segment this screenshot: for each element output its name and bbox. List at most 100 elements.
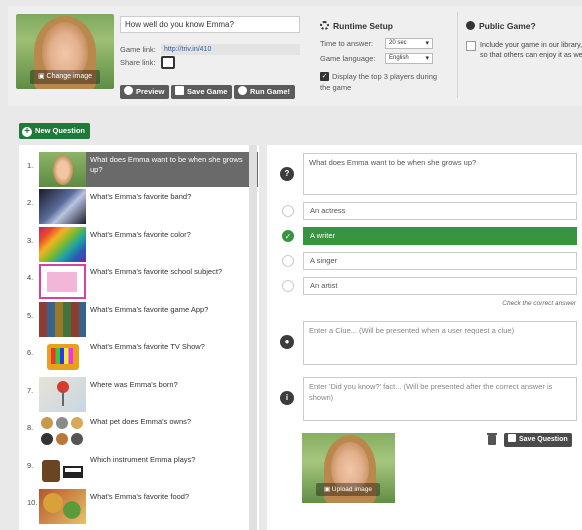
band-thumbnail	[39, 189, 86, 224]
question-item-10[interactable]: 10. What's Emma's favorite food?	[19, 489, 259, 525]
save-question-button[interactable]: Save Question	[504, 433, 572, 447]
save-game-button[interactable]: Save Game	[171, 85, 233, 99]
question-text: What's Emma's favorite band?	[90, 192, 192, 201]
preview-button[interactable]: Preview	[120, 85, 170, 99]
question-item-5[interactable]: 5. What's Emma's favorite game App?	[19, 302, 259, 338]
public-game-checkbox[interactable]	[466, 41, 476, 51]
question-list: 1. What does Emma want to be when she gr…	[19, 145, 259, 530]
run-game-label: Run Game!	[250, 87, 291, 96]
globe-icon	[466, 21, 475, 30]
runtime-setup-title: Runtime Setup	[320, 21, 393, 31]
game-link-value[interactable]: http://triv.in/410	[161, 44, 300, 55]
check-correct-hint: Check the correct answer	[502, 300, 576, 307]
change-image-label: Change image	[46, 73, 93, 80]
answer-radio-1[interactable]	[282, 205, 294, 217]
game-language-select[interactable]: English	[385, 53, 433, 64]
pets-thumbnail	[39, 414, 86, 449]
answer-radio-2[interactable]: ✓	[282, 230, 294, 242]
floppy-icon	[508, 434, 516, 442]
question-text: What's Emma's favorite game App?	[90, 305, 209, 314]
gear-icon	[320, 21, 329, 30]
question-number: 2.	[27, 198, 34, 207]
public-game-text-line1: Include your game in our library,	[480, 40, 582, 49]
question-number: 3.	[27, 236, 34, 245]
question-text: What does Emma want to be when she grows…	[86, 152, 258, 187]
game-link-label: Game link:	[120, 45, 156, 54]
girl-thumbnail	[39, 152, 86, 187]
answer-input-3[interactable]: A singer	[303, 252, 577, 270]
answer-input-2[interactable]: A writer	[303, 227, 577, 245]
question-number: 7.	[27, 386, 34, 395]
public-game-title: Public Game?	[466, 21, 536, 31]
question-item-8[interactable]: 8. What pet does Emma's owns?	[19, 414, 259, 450]
question-text: Which instrument Emma plays?	[90, 455, 196, 464]
trash-icon[interactable]	[487, 433, 497, 445]
question-number: 1.	[27, 161, 34, 170]
food-thumbnail	[39, 489, 86, 524]
change-image-button[interactable]: ▣ Change image	[30, 70, 100, 84]
public-game-title-text: Public Game?	[479, 21, 536, 31]
camera-icon: ▣	[323, 486, 331, 493]
game-language-label: Game language:	[320, 54, 376, 63]
answer-input-1[interactable]: An actress	[303, 202, 577, 220]
rainbow-thumbnail	[39, 227, 86, 262]
save-game-label: Save Game	[187, 87, 228, 96]
question-number: 8.	[27, 423, 34, 432]
play-icon	[238, 86, 247, 95]
question-mark-icon: ?	[280, 167, 294, 181]
map-pin-thumbnail	[39, 377, 86, 412]
fact-input[interactable]: Enter 'Did you know?' fact... (Will be p…	[303, 377, 577, 421]
public-game-description: Include your game in our library, so tha…	[480, 40, 582, 60]
question-item-2[interactable]: 2. What's Emma's favorite band?	[19, 189, 259, 225]
answer-radio-4[interactable]	[282, 280, 294, 292]
tv-thumbnail	[39, 339, 86, 374]
apps-thumbnail	[39, 302, 86, 337]
save-question-label: Save Question	[519, 436, 568, 443]
question-item-1[interactable]: 1. What does Emma want to be when she gr…	[19, 152, 259, 188]
question-text: What's Emma's favorite color?	[90, 230, 191, 239]
game-title-input[interactable]: How well do you know Emma?	[120, 16, 300, 33]
question-number: 4.	[27, 273, 34, 282]
question-editor: ? What does Emma want to be when she gro…	[267, 145, 582, 530]
question-text: What pet does Emma's owns?	[90, 417, 192, 426]
eye-icon	[124, 86, 133, 95]
question-image[interactable]: ▣ Upload image	[302, 433, 395, 503]
top3-checkbox[interactable]: ✓	[320, 72, 329, 81]
question-list-scrollbar[interactable]	[249, 145, 257, 530]
top3-label-line1: Display the top 3 players during	[332, 72, 438, 81]
question-item-9[interactable]: 9. Which instrument Emma plays?	[19, 452, 259, 488]
time-to-answer-label: Time to answer:	[320, 39, 374, 48]
answer-radio-3[interactable]	[282, 255, 294, 267]
lightbulb-icon: ●	[280, 335, 294, 349]
new-question-button[interactable]: + New Question	[19, 123, 91, 139]
upload-image-label: Upload image	[331, 486, 373, 493]
school-thumbnail	[39, 264, 86, 299]
game-setup-panel: ▣ Change image How well do you know Emma…	[8, 6, 582, 106]
question-text: Where was Emma's born?	[90, 380, 178, 389]
upload-image-button[interactable]: ▣ Upload image	[316, 483, 380, 496]
preview-label: Preview	[136, 87, 165, 96]
share-link-label: Share link:	[120, 58, 156, 67]
floppy-icon	[175, 86, 184, 95]
plus-icon: +	[22, 127, 32, 137]
question-item-3[interactable]: 3. What's Emma's favorite color?	[19, 227, 259, 263]
new-question-label: New Question	[35, 126, 86, 135]
panel-divider	[457, 12, 458, 98]
question-text-input[interactable]: What does Emma want to be when she grows…	[303, 153, 577, 195]
answer-input-4[interactable]: An artist	[303, 277, 577, 295]
question-number: 9.	[27, 461, 34, 470]
question-item-7[interactable]: 7. Where was Emma's born?	[19, 377, 259, 413]
instruments-thumbnail	[39, 452, 86, 487]
question-item-6[interactable]: 6. What's Emma's favorite TV Show?	[19, 339, 259, 375]
question-text: What's Emma's favorite food?	[90, 492, 190, 501]
camera-icon: ▣	[37, 73, 45, 80]
game-cover-image[interactable]: ▣ Change image	[16, 14, 114, 89]
time-to-answer-select[interactable]: 20 sec	[385, 38, 433, 49]
question-text: What's Emma's favorite school subject?	[90, 267, 223, 276]
question-number: 5.	[27, 311, 34, 320]
question-item-4[interactable]: 4. What's Emma's favorite school subject…	[19, 264, 259, 300]
run-game-button[interactable]: Run Game!	[234, 85, 296, 99]
question-number: 10.	[27, 498, 38, 507]
share-link-icon[interactable]	[161, 56, 175, 69]
clue-input[interactable]: Enter a Clue... (Will be presented when …	[303, 321, 577, 365]
